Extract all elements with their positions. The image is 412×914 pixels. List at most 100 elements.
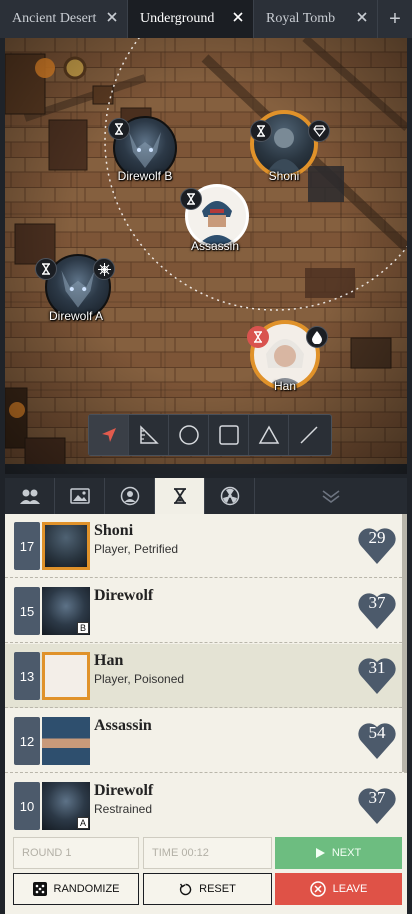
dice-icon	[32, 882, 47, 896]
reset-label: RESET	[199, 883, 236, 895]
shoni-thumbnail	[42, 522, 90, 570]
triangle-tool[interactable]	[249, 415, 289, 455]
reset-button[interactable]: RESET	[143, 873, 272, 905]
hp-heart[interactable]: 29	[357, 524, 397, 566]
square-tool[interactable]	[209, 415, 249, 455]
tab-images[interactable]	[55, 478, 105, 514]
han-thumbnail	[42, 652, 90, 700]
list-scrollbar[interactable]	[402, 514, 407, 772]
token-label: Han	[273, 379, 297, 393]
tab-character[interactable]	[105, 478, 155, 514]
tab-initiative[interactable]	[155, 478, 205, 514]
line-icon	[300, 426, 318, 444]
combatant-name: Direwolf	[94, 782, 154, 799]
combatant-name: Shoni	[94, 522, 134, 539]
panel-tabbar	[5, 478, 407, 514]
hp-heart[interactable]: 31	[357, 654, 397, 696]
next-label: NEXT	[331, 847, 362, 859]
direwolf-thumbnail: A	[42, 782, 90, 830]
close-icon[interactable]	[355, 10, 369, 24]
image-icon	[69, 488, 90, 504]
initiative-row[interactable]: 15 B Direwolf 37	[5, 579, 407, 643]
tab-label: Underground	[140, 11, 215, 26]
token-label: Shoni	[268, 169, 300, 183]
hp-value: 37	[368, 788, 386, 807]
tab-effects[interactable]	[205, 478, 255, 514]
token-label: Direwolf A	[48, 309, 104, 323]
close-icon[interactable]	[105, 10, 119, 24]
hourglass-icon	[35, 258, 57, 280]
circle-icon	[178, 425, 199, 445]
combatant-name: Direwolf	[94, 587, 154, 604]
leave-label: LEAVE	[332, 883, 368, 895]
combatant-status: Restrained	[94, 802, 153, 816]
tab-royal-tomb[interactable]: Royal Tomb	[254, 0, 378, 38]
web-icon	[93, 258, 115, 280]
initiative-row[interactable]: 10 A Direwolf Restrained 37	[5, 774, 407, 830]
user-icon	[120, 486, 139, 506]
line-tool[interactable]	[289, 415, 329, 455]
hp-value: 54	[368, 723, 386, 742]
initiative-value: 10	[14, 782, 40, 830]
tab-label: Ancient Desert	[12, 11, 97, 26]
drop-icon	[306, 326, 328, 348]
ruler-icon	[139, 425, 159, 444]
initiative-value: 17	[14, 522, 40, 570]
collapse-panel-button[interactable]	[255, 478, 407, 514]
circle-tool[interactable]	[169, 415, 209, 455]
initiative-row-active[interactable]: 13 Han Player, Poisoned 31	[5, 644, 407, 708]
tab-label: Royal Tomb	[266, 11, 336, 26]
square-icon	[218, 425, 239, 445]
hp-heart[interactable]: 54	[357, 719, 397, 761]
hp-value: 31	[368, 658, 386, 677]
party-icon	[19, 489, 40, 504]
triangle-icon	[258, 425, 279, 444]
direwolf-thumbnail: B	[42, 587, 90, 635]
combatant-name: Assassin	[94, 717, 152, 734]
initiative-value: 15	[14, 587, 40, 635]
battle-map[interactable]: Direwolf B Shoni Assassin Direwolf A Han	[5, 38, 407, 474]
combatant-name: Han	[94, 652, 124, 669]
add-tab-button[interactable]: +	[378, 0, 412, 38]
leave-button[interactable]: LEAVE	[275, 873, 402, 905]
hourglass-icon	[247, 326, 269, 348]
assassin-thumbnail	[42, 717, 90, 765]
round-field: ROUND 1	[13, 837, 139, 869]
token-letter: A	[77, 817, 89, 829]
randomize-label: RANDOMIZE	[53, 883, 120, 895]
close-icon[interactable]	[231, 10, 245, 24]
hp-value: 37	[368, 593, 386, 612]
token-shoni[interactable]	[250, 110, 330, 178]
token-label: Assassin	[190, 239, 240, 253]
diamond-icon	[308, 120, 330, 142]
tab-ancient-desert[interactable]: Ancient Desert	[0, 0, 128, 38]
hp-value: 29	[368, 528, 386, 547]
randomize-button[interactable]: RANDOMIZE	[13, 873, 139, 905]
reset-icon	[180, 883, 192, 895]
ruler-tool[interactable]	[129, 415, 169, 455]
token-letter: B	[77, 622, 89, 634]
hourglass-icon	[108, 118, 130, 140]
initiative-value: 12	[14, 717, 40, 765]
time-field: TIME 00:12	[143, 837, 272, 869]
scene-tabbar: Ancient Desert Underground Royal Tomb +	[0, 0, 412, 38]
combatant-status: Player, Petrified	[94, 542, 179, 556]
pointer-tool[interactable]	[89, 415, 129, 455]
hp-heart[interactable]: 37	[357, 784, 397, 826]
draw-toolbar	[88, 414, 332, 456]
initiative-row[interactable]: 17 Shoni Player, Petrified 29	[5, 514, 407, 578]
encounter-controls: ROUND 1 TIME 00:12 NEXT RANDOMIZE RESET …	[5, 830, 407, 914]
tab-underground[interactable]: Underground	[128, 0, 254, 38]
hourglass-icon	[173, 488, 186, 504]
hp-heart[interactable]: 37	[357, 589, 397, 631]
chevron-down-icon	[322, 490, 340, 503]
close-circle-icon	[309, 881, 326, 897]
initiative-row[interactable]: 12 Assassin 54	[5, 709, 407, 773]
next-button[interactable]: NEXT	[275, 837, 402, 869]
combatant-status: Player, Poisoned	[94, 672, 185, 686]
radiation-icon	[220, 486, 239, 506]
hourglass-icon	[250, 120, 272, 142]
tab-party[interactable]	[5, 478, 55, 514]
initiative-value: 13	[14, 652, 40, 700]
initiative-list: 17 Shoni Player, Petrified 29 15 B Direw…	[5, 514, 407, 830]
